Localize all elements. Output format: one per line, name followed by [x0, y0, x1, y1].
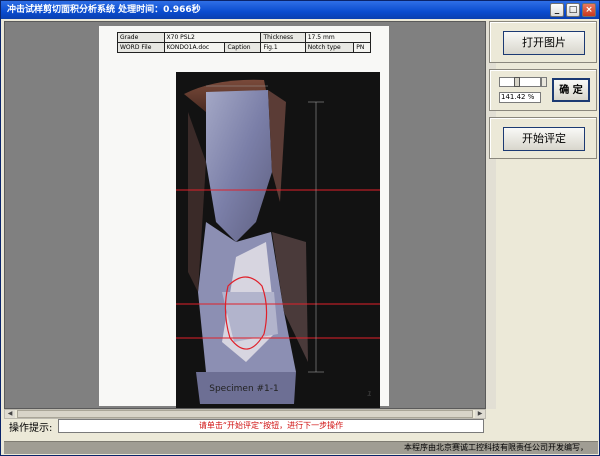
scroll-right-icon[interactable]: ▶	[475, 410, 485, 418]
table-cell-label: WORD File	[117, 42, 165, 53]
window-title: 冲击试样剪切面积分析系统 处理时间：0.966秒	[7, 5, 201, 15]
table-cell-label: Notch type	[304, 42, 355, 53]
scroll-left-icon[interactable]: ◀	[5, 410, 15, 418]
scanned-document: Grade X70 PSL2 Thickness 17.5 mm WORD Fi…	[99, 26, 389, 408]
window-controls: _ □ ×	[550, 3, 596, 17]
table-cell-label: Thickness	[260, 32, 306, 43]
zoom-panel: 141.42 % 确 定	[489, 69, 597, 111]
specimen-caption: Specimen #1-1	[209, 384, 279, 394]
hint-label: 操作提示:	[9, 423, 53, 434]
maximize-button[interactable]: □	[566, 3, 580, 17]
page-number: 1	[367, 390, 372, 398]
open-image-button[interactable]: 打开图片	[503, 31, 585, 55]
table-cell-label: Caption	[224, 42, 262, 53]
scrollbar-thumb[interactable]	[17, 410, 473, 418]
close-button[interactable]: ×	[582, 3, 596, 17]
table-row: Grade X70 PSL2 Thickness 17.5 mm	[117, 32, 372, 43]
zoom-slider[interactable]	[499, 77, 541, 87]
specimen-fracture-illustration	[176, 72, 380, 408]
table-cell-label: Grade	[117, 32, 165, 43]
hint-message: 请单击“开始评定”按钮，进行下一步操作	[58, 419, 484, 433]
app-window: 冲击试样剪切面积分析系统 处理时间：0.966秒 _ □ × Grade X70…	[0, 0, 600, 456]
zoom-value-field[interactable]: 141.42 %	[499, 92, 541, 103]
table-cell-value: KONDO1A.doc	[163, 42, 226, 53]
horizontal-scrollbar[interactable]: ◀ ▶	[4, 409, 486, 419]
table-row: WORD File KONDO1A.doc Caption Fig.1 Notc…	[117, 42, 371, 53]
title-bar: 冲击试样剪切面积分析系统 处理时间：0.966秒 _ □ ×	[1, 1, 599, 19]
table-cell-value: 17.5 mm	[304, 32, 372, 43]
confirm-button[interactable]: 确 定	[552, 78, 590, 102]
table-cell-value: X70 PSL2	[163, 32, 262, 43]
table-cell-value: PN	[353, 42, 371, 53]
table-cell-value: Fig.1	[260, 42, 306, 53]
slider-arrow-icon[interactable]	[541, 77, 547, 87]
open-image-panel: 打开图片	[489, 21, 597, 63]
evaluate-panel: 开始评定	[489, 117, 597, 159]
status-bar: 本程序由北京赛诚工控科技有限责任公司开发编写，	[4, 441, 598, 454]
minimize-button[interactable]: _	[550, 3, 564, 17]
zoom-slider-thumb[interactable]	[514, 77, 520, 87]
specimen-info-table: Grade X70 PSL2 Thickness 17.5 mm WORD Fi…	[117, 32, 372, 53]
start-evaluation-button[interactable]: 开始评定	[503, 127, 585, 151]
image-viewer[interactable]: Grade X70 PSL2 Thickness 17.5 mm WORD Fi…	[4, 21, 486, 409]
specimen-photo	[176, 72, 380, 408]
